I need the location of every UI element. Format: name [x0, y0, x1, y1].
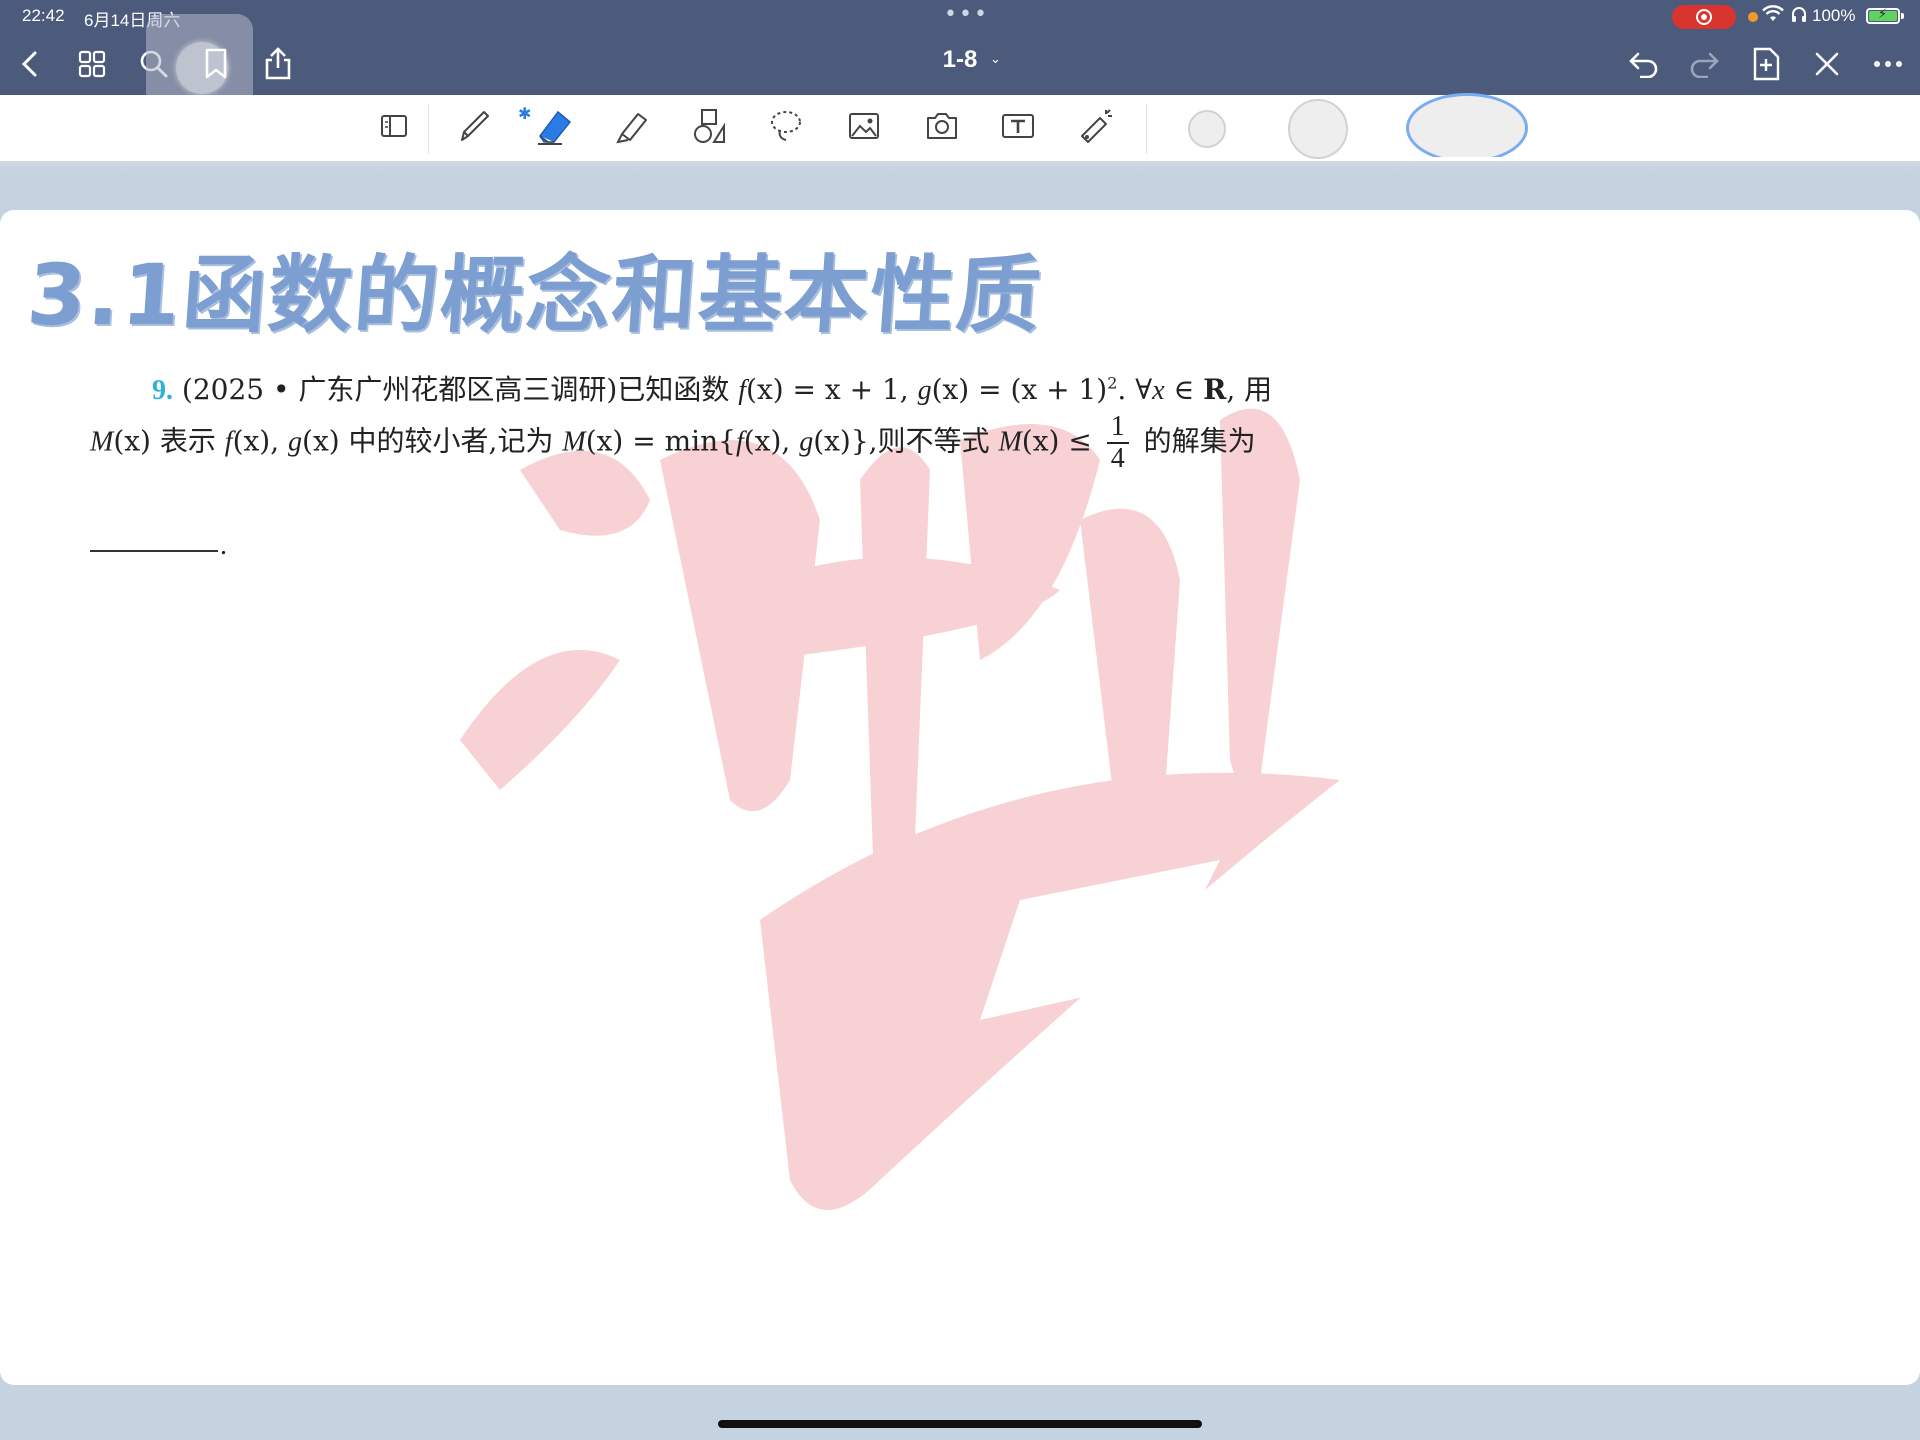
- math-g: g: [799, 426, 814, 458]
- math-in: ∈: [1164, 373, 1204, 406]
- text-seg: (x),: [743, 424, 800, 458]
- lasso-icon[interactable]: [764, 104, 808, 148]
- watermark-logo: [460, 408, 1340, 1210]
- problem-source: (2025 • 广东广州花都区高三调研)已知函数: [181, 373, 739, 406]
- toolbar-divider: [1146, 104, 1147, 154]
- math-f: f: [735, 426, 744, 458]
- problem-line-2: M(x) 表示 f(x), g(x) 中的较小者,记为 M(x) = min{f…: [90, 412, 1256, 474]
- grid-icon[interactable]: [72, 44, 112, 84]
- math-f: f: [738, 375, 747, 406]
- problem-line-1: 9. (2025 • 广东广州花都区高三调研)已知函数 f(x) = x + 1…: [152, 368, 1272, 408]
- text-seg: (x)},则不等式: [813, 424, 999, 458]
- bluetooth-icon: ✱: [518, 104, 532, 123]
- multitasking-dots[interactable]: •••: [944, 2, 989, 27]
- answer-period: .: [220, 530, 227, 561]
- math-M: M: [998, 426, 1022, 458]
- back-icon[interactable]: [10, 44, 50, 84]
- pen-icon[interactable]: [452, 104, 496, 148]
- fraction-denominator: 4: [1110, 443, 1125, 474]
- math-R: R: [1203, 373, 1227, 406]
- question-number: 9.: [152, 375, 173, 406]
- math-g: g: [288, 426, 303, 458]
- toolbar-shadow: [0, 162, 1920, 172]
- text-seg: (x),: [232, 424, 289, 458]
- math-M: M: [90, 426, 114, 458]
- close-pen-icon[interactable]: [1807, 44, 1847, 84]
- top-bar: 22:42 6月14日周六 ••• 100% ⚡ 1-8 ⌄: [0, 0, 1920, 121]
- stroke-size-medium[interactable]: [1288, 99, 1348, 159]
- add-page-icon[interactable]: [1746, 44, 1786, 84]
- reader-mode-icon[interactable]: [372, 104, 416, 148]
- text-seg: 的解集为: [1134, 424, 1256, 458]
- math-M: M: [562, 426, 586, 458]
- battery-tip: [1901, 13, 1904, 19]
- laser-pointer-icon[interactable]: [1074, 104, 1118, 148]
- text-seg: (x) 表示: [113, 424, 225, 458]
- stroke-size-small[interactable]: [1188, 110, 1226, 148]
- fraction-numerator: 1: [1106, 412, 1129, 444]
- math-forall: . ∀: [1117, 373, 1153, 406]
- fraction-one-quarter: 14: [1106, 412, 1129, 474]
- math-g: g: [917, 375, 932, 406]
- answer-blank[interactable]: [90, 550, 218, 552]
- bookmark-icon[interactable]: [196, 44, 236, 84]
- document-page[interactable]: 3.1函数的概念和基本性质 9. (2025 • 广东广州花都区高三调研)已知函…: [0, 210, 1920, 1385]
- text-seg: (x) ≤: [1021, 424, 1101, 458]
- wifi-icon: [1762, 5, 1784, 28]
- math-x: x: [1152, 375, 1165, 406]
- privacy-dot: [1748, 12, 1758, 22]
- text-seg: (x) 中的较小者,记为: [302, 424, 563, 458]
- stroke-size-large[interactable]: [1406, 93, 1528, 157]
- section-title: 3.1函数的概念和基本性质: [24, 246, 1046, 344]
- status-time: 22:42: [22, 6, 65, 25]
- math-fx: (x) = x + 1,: [746, 373, 918, 406]
- math-gx: (x) = (x + 1): [931, 373, 1108, 406]
- text-box-icon[interactable]: [996, 104, 1040, 148]
- math-f: f: [224, 426, 233, 458]
- text-seg: (x) = min{: [585, 424, 736, 458]
- camera-icon[interactable]: [920, 104, 964, 148]
- shapes-icon[interactable]: [688, 104, 732, 148]
- redo-icon[interactable]: [1684, 44, 1724, 84]
- record-icon: [1696, 9, 1712, 25]
- chevron-down-icon[interactable]: ⌄: [990, 52, 1001, 67]
- battery-percent: 100%: [1812, 6, 1856, 25]
- eraser-icon[interactable]: [532, 104, 576, 148]
- screen-record-indicator[interactable]: [1672, 5, 1736, 29]
- math-sup: 2: [1107, 373, 1118, 393]
- share-icon[interactable]: [258, 44, 298, 84]
- image-icon[interactable]: [842, 104, 886, 148]
- undo-icon[interactable]: [1624, 44, 1664, 84]
- problem-line1-end: , 用: [1226, 373, 1273, 406]
- document-title[interactable]: 1-8: [920, 46, 1000, 74]
- toolbar-divider: [428, 104, 429, 154]
- home-indicator[interactable]: [718, 1420, 1202, 1428]
- headphones-icon: [1790, 5, 1808, 28]
- more-icon[interactable]: [1868, 44, 1908, 84]
- battery-icon: ⚡: [1866, 7, 1900, 24]
- bottom-strip: [0, 1385, 1920, 1440]
- highlighter-icon[interactable]: [610, 104, 654, 148]
